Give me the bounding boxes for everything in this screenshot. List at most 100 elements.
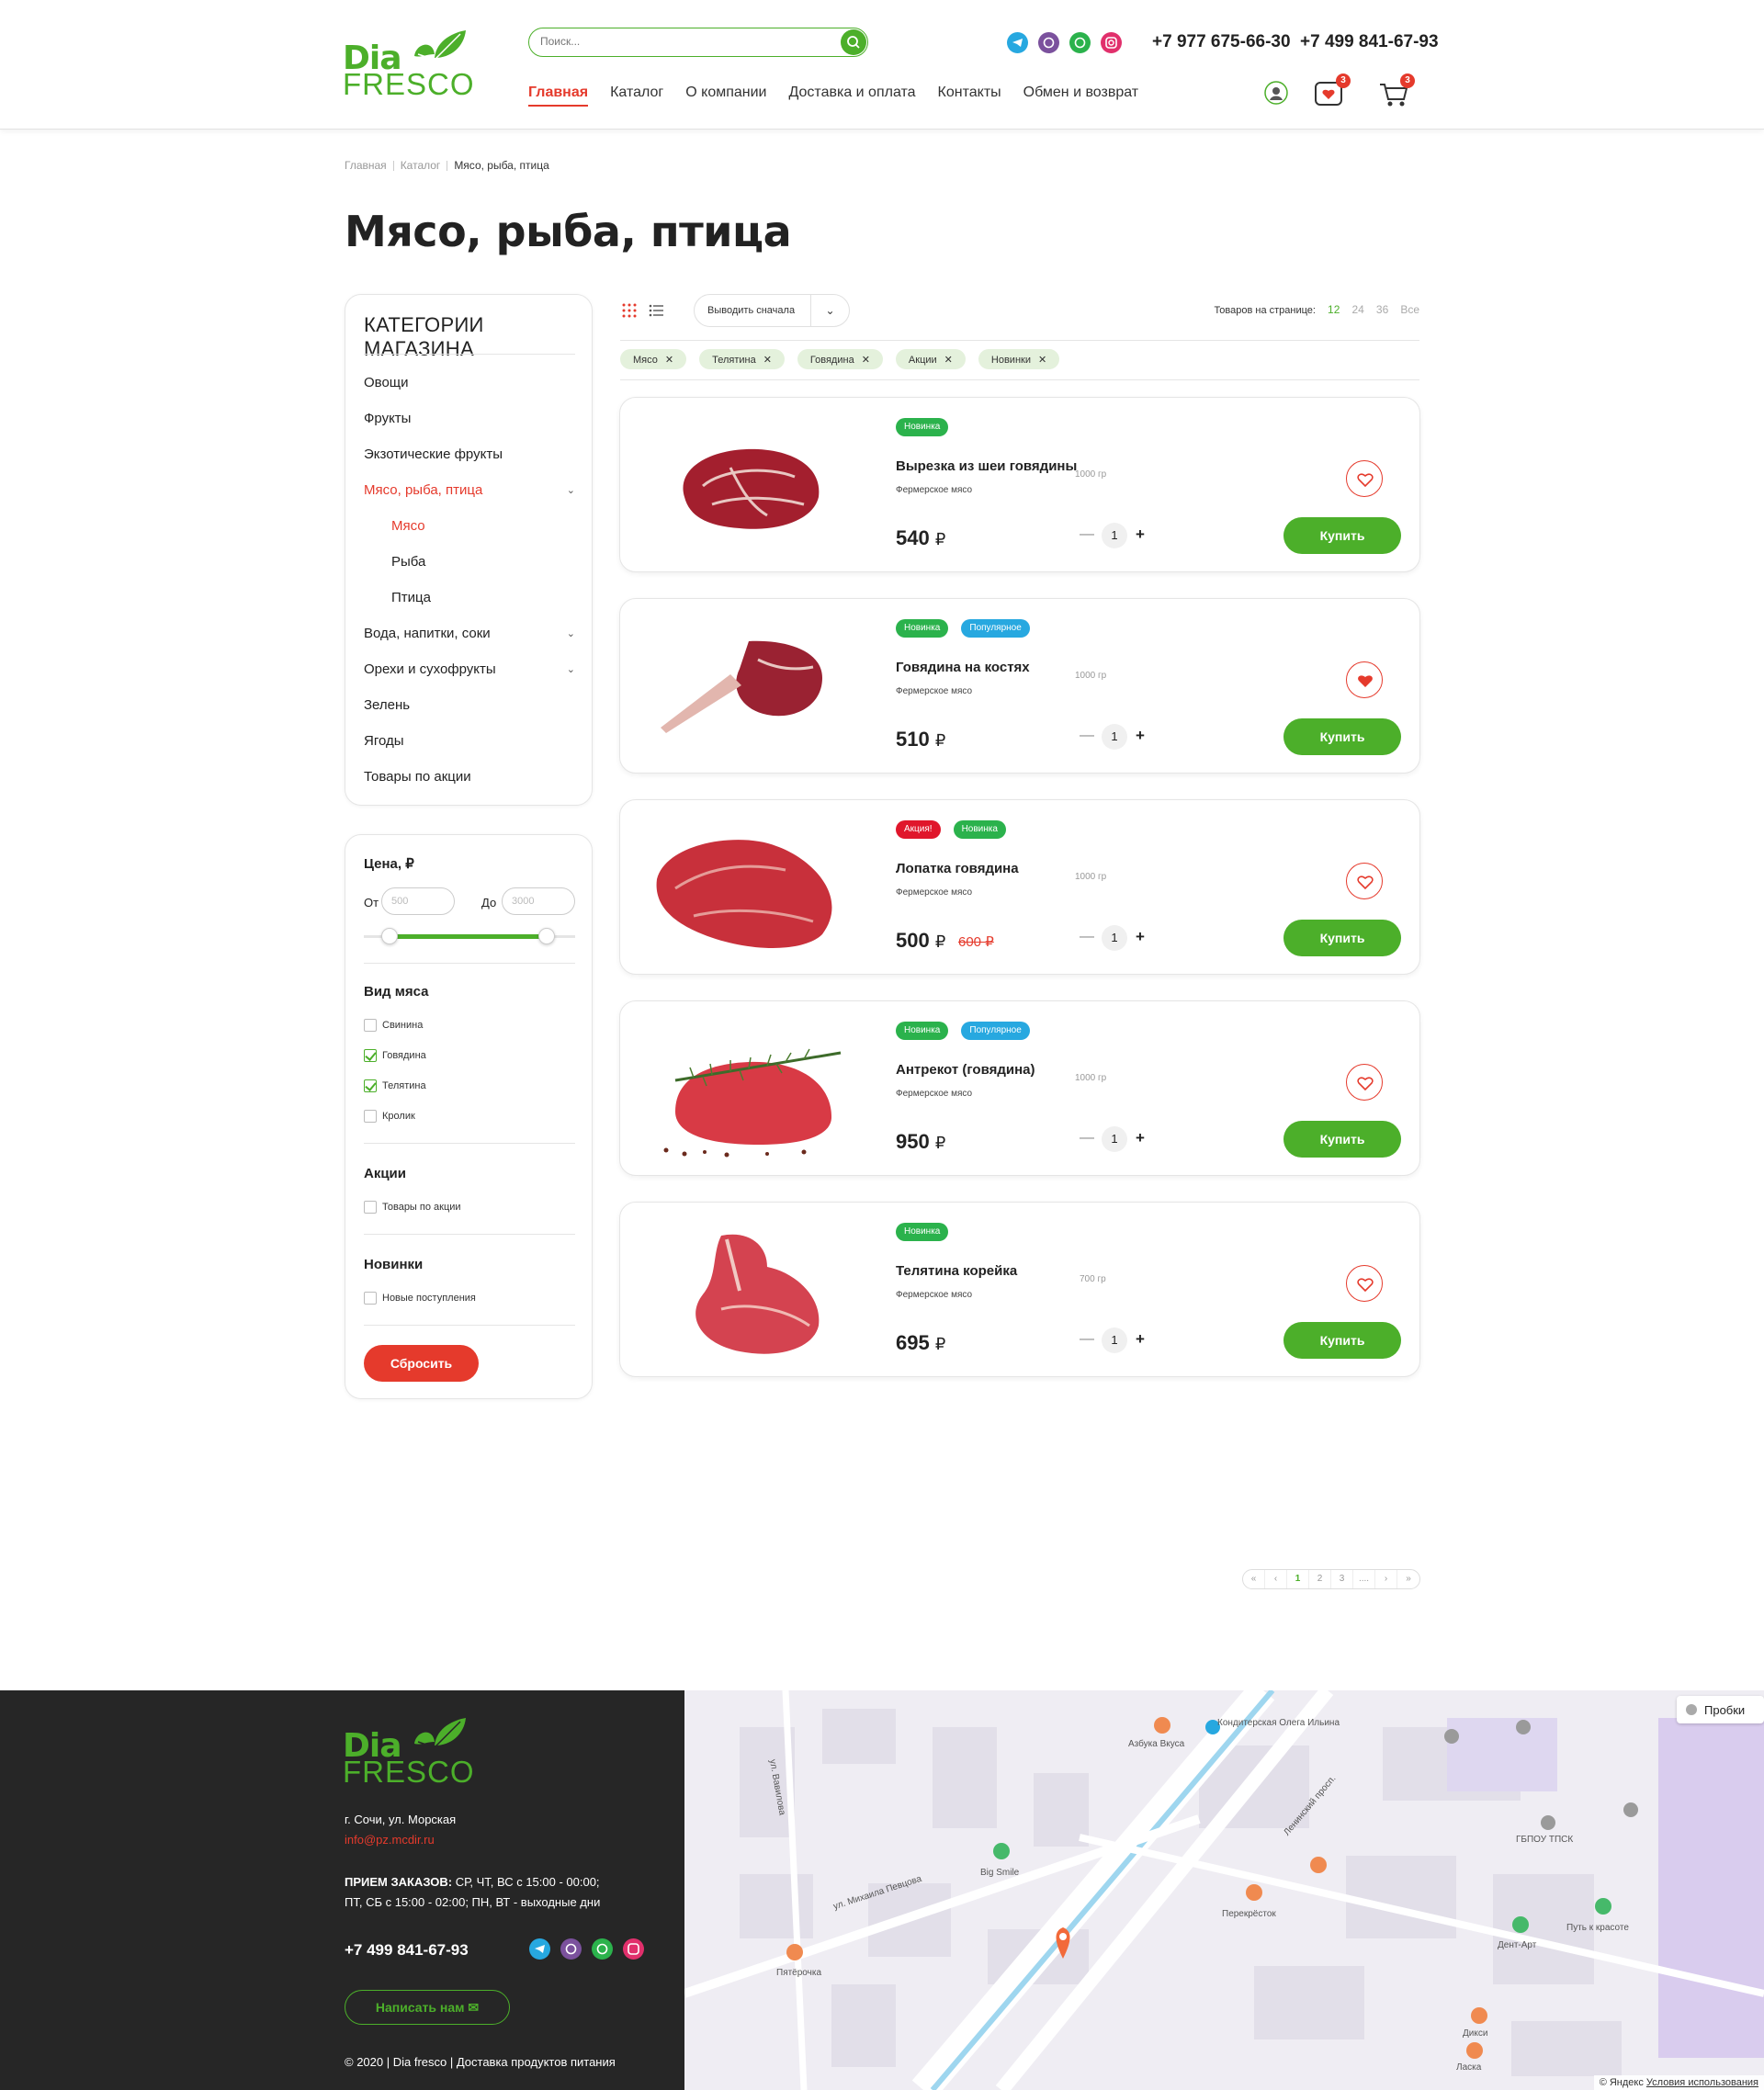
- minus-button[interactable]: —: [1080, 1130, 1094, 1147]
- category-item[interactable]: Экзотические фрукты: [364, 446, 575, 462]
- favorites-button[interactable]: 3: [1314, 73, 1351, 112]
- per-page-option[interactable]: 36: [1376, 303, 1388, 316]
- product-image[interactable]: [639, 815, 850, 960]
- search-bar[interactable]: [528, 28, 868, 57]
- quantity-value[interactable]: 1: [1102, 1126, 1127, 1152]
- nav-returns[interactable]: Обмен и возврат: [1023, 85, 1138, 107]
- product-image[interactable]: [639, 1016, 850, 1161]
- price-slider-min-handle[interactable]: [381, 928, 398, 944]
- close-icon[interactable]: ✕: [665, 355, 673, 366]
- filter-chip[interactable]: Новинки ✕: [978, 349, 1060, 369]
- nav-contacts[interactable]: Контакты: [938, 85, 1001, 107]
- plus-button[interactable]: +: [1136, 525, 1145, 544]
- footer-phone[interactable]: +7 499 841-67-93: [345, 1941, 469, 1960]
- map[interactable]: Азбука Вкуса Кондитерская Олега Ильина Л…: [684, 1690, 1764, 2090]
- quantity-value[interactable]: 1: [1102, 724, 1127, 750]
- cart-button[interactable]: 3: [1378, 73, 1415, 112]
- favorite-button[interactable]: [1346, 460, 1383, 497]
- product-name[interactable]: Лопатка говядина: [896, 861, 1019, 876]
- terms-link[interactable]: Условия использования: [1646, 2077, 1758, 2088]
- crumb-home[interactable]: Главная: [345, 159, 387, 172]
- category-item[interactable]: Товары по акции: [364, 769, 575, 785]
- quantity-value[interactable]: 1: [1102, 1327, 1127, 1353]
- map-canvas[interactable]: [684, 1690, 1764, 2090]
- filter-chip[interactable]: Говядина ✕: [797, 349, 883, 369]
- category-item[interactable]: Ягоды: [364, 733, 575, 749]
- grid-view-icon[interactable]: [622, 303, 637, 318]
- checkbox-new[interactable]: Новые поступления: [364, 1292, 476, 1305]
- checkbox-beef[interactable]: Говядина: [364, 1049, 426, 1062]
- logo[interactable]: Dia FRESCO: [343, 30, 474, 101]
- nav-about[interactable]: О компании: [685, 85, 766, 107]
- close-icon[interactable]: ✕: [862, 355, 870, 366]
- search-button[interactable]: [841, 29, 866, 55]
- checkbox-pork[interactable]: Свинина: [364, 1019, 423, 1032]
- close-icon[interactable]: ✕: [763, 355, 772, 366]
- minus-button[interactable]: —: [1080, 728, 1094, 744]
- checkbox-rabbit[interactable]: Кролик: [364, 1110, 415, 1123]
- close-icon[interactable]: ✕: [1038, 355, 1046, 366]
- product-name[interactable]: Вырезка из шеи говядины: [896, 458, 1077, 474]
- page-last[interactable]: »: [1397, 1570, 1419, 1588]
- favorite-button[interactable]: [1346, 1265, 1383, 1302]
- write-us-button[interactable]: Написать нам ✉: [345, 1990, 510, 2025]
- page-next[interactable]: ›: [1375, 1570, 1397, 1588]
- whatsapp-icon[interactable]: [1069, 32, 1091, 53]
- buy-button[interactable]: Купить: [1283, 517, 1401, 554]
- plus-button[interactable]: +: [1136, 1129, 1145, 1147]
- buy-button[interactable]: Купить: [1283, 718, 1401, 755]
- quantity-value[interactable]: 1: [1102, 925, 1127, 951]
- instagram-icon[interactable]: [623, 1938, 644, 1960]
- buy-button[interactable]: Купить: [1283, 1322, 1401, 1359]
- filter-chip[interactable]: Мясо ✕: [620, 349, 687, 369]
- subcategory-item-active[interactable]: Мясо: [391, 518, 603, 534]
- filter-chip[interactable]: Телятина ✕: [699, 349, 785, 369]
- per-page-option-active[interactable]: 12: [1328, 303, 1340, 316]
- whatsapp-icon[interactable]: [592, 1938, 613, 1960]
- per-page-option[interactable]: Все: [1400, 303, 1419, 316]
- favorite-button[interactable]: [1346, 1064, 1383, 1101]
- subcategory-item[interactable]: Птица: [391, 590, 603, 605]
- plus-button[interactable]: +: [1136, 1330, 1145, 1349]
- nav-home[interactable]: Главная: [528, 85, 589, 107]
- checkbox-promo[interactable]: Товары по акции: [364, 1201, 461, 1214]
- crumb-catalog[interactable]: Каталог: [401, 159, 441, 172]
- footer-email[interactable]: info@pz.mcdir.ru: [345, 1833, 435, 1847]
- page-current[interactable]: 1: [1287, 1570, 1309, 1588]
- list-view-icon[interactable]: [649, 303, 663, 318]
- reset-filters-button[interactable]: Сбросить: [364, 1345, 479, 1382]
- category-item[interactable]: Вода, напитки, соки ⌄: [364, 626, 575, 641]
- page-link[interactable]: 2: [1309, 1570, 1331, 1588]
- telegram-icon[interactable]: [1007, 32, 1028, 53]
- minus-button[interactable]: —: [1080, 929, 1094, 945]
- category-item-active[interactable]: Мясо, рыба, птица ⌄: [364, 482, 575, 498]
- quantity-value[interactable]: 1: [1102, 523, 1127, 548]
- header-phone-1[interactable]: +7 977 675-66-30: [1152, 32, 1291, 52]
- header-phone-2[interactable]: +7 499 841-67-93: [1300, 32, 1439, 52]
- plus-button[interactable]: +: [1136, 928, 1145, 946]
- product-name[interactable]: Антрекот (говядина): [896, 1062, 1035, 1078]
- minus-button[interactable]: —: [1080, 1331, 1094, 1348]
- footer-logo[interactable]: Dia FRESCO: [343, 1718, 474, 1789]
- favorite-button[interactable]: [1346, 863, 1383, 899]
- product-name[interactable]: Телятина корейка: [896, 1263, 1017, 1279]
- telegram-icon[interactable]: [529, 1938, 550, 1960]
- price-slider-max-handle[interactable]: [538, 928, 555, 944]
- viber-icon[interactable]: [1038, 32, 1059, 53]
- nav-catalog[interactable]: Каталог: [610, 85, 663, 107]
- page-link[interactable]: 3: [1331, 1570, 1353, 1588]
- subcategory-item[interactable]: Рыба: [391, 554, 603, 570]
- price-from-input[interactable]: 500: [381, 887, 455, 915]
- product-image[interactable]: [639, 614, 850, 759]
- category-item[interactable]: Зелень: [364, 697, 575, 713]
- instagram-icon[interactable]: [1101, 32, 1122, 53]
- minus-button[interactable]: —: [1080, 526, 1094, 543]
- product-image[interactable]: [639, 412, 850, 558]
- profile-icon[interactable]: [1264, 81, 1295, 112]
- search-input[interactable]: [540, 35, 816, 48]
- product-image[interactable]: [639, 1217, 850, 1362]
- filter-chip[interactable]: Акции ✕: [895, 349, 966, 369]
- checkbox-veal[interactable]: Телятина: [364, 1079, 426, 1092]
- category-item[interactable]: Овощи: [364, 375, 575, 390]
- per-page-option[interactable]: 24: [1351, 303, 1363, 316]
